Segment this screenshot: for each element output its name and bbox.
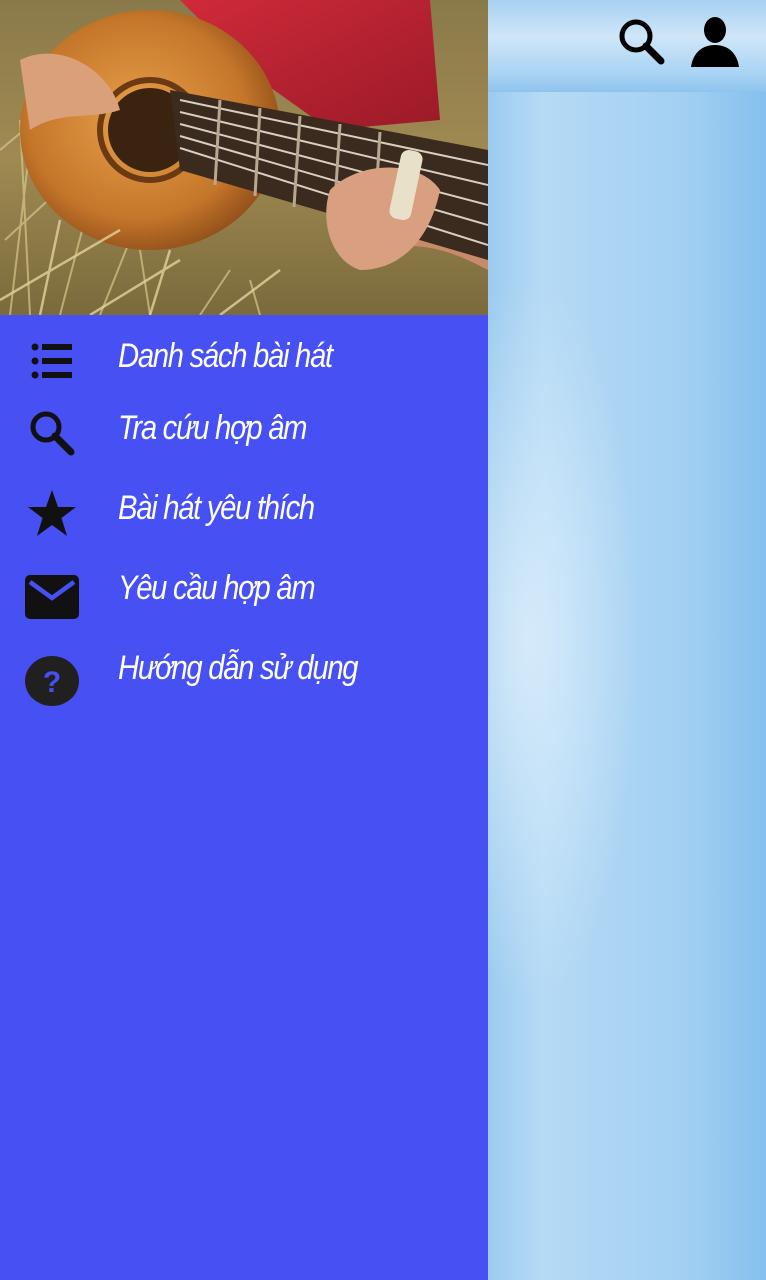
menu-item-favorites[interactable]: Bài hát yêu thích xyxy=(0,479,488,551)
app-screen: Danh sách bài hát Tra cứu hợp âm Bài hát… xyxy=(0,0,766,1280)
menu-item-label: Danh sách bài hát xyxy=(118,337,333,375)
search-icon xyxy=(22,403,82,463)
drawer-header-image xyxy=(0,0,488,315)
guitar-photo xyxy=(0,0,488,315)
user-icon xyxy=(691,17,739,67)
menu-item-chord-request[interactable]: Yêu cầu hợp âm xyxy=(0,559,488,631)
search-button[interactable] xyxy=(614,14,670,70)
content-background xyxy=(488,0,766,1280)
menu-item-label: Bài hát yêu thích xyxy=(118,489,315,527)
menu-item-song-list[interactable]: Danh sách bài hát xyxy=(0,325,488,397)
help-icon: ? xyxy=(22,651,82,711)
star-icon xyxy=(22,483,82,543)
svg-text:?: ? xyxy=(43,666,61,699)
user-button[interactable] xyxy=(687,14,743,70)
list-icon xyxy=(22,331,82,391)
menu-item-chord-search[interactable]: Tra cứu hợp âm xyxy=(0,399,488,471)
navigation-drawer: Danh sách bài hát Tra cứu hợp âm Bài hát… xyxy=(0,0,488,1280)
mail-icon xyxy=(22,567,82,627)
search-icon xyxy=(619,19,665,65)
menu-item-label: Hướng dẫn sử dụng xyxy=(118,649,359,687)
top-action-bar xyxy=(488,0,766,92)
menu-item-label: Tra cứu hợp âm xyxy=(118,409,308,447)
menu-item-label: Yêu cầu hợp âm xyxy=(118,569,316,607)
menu-item-user-guide[interactable]: ? Hướng dẫn sử dụng xyxy=(0,639,488,711)
